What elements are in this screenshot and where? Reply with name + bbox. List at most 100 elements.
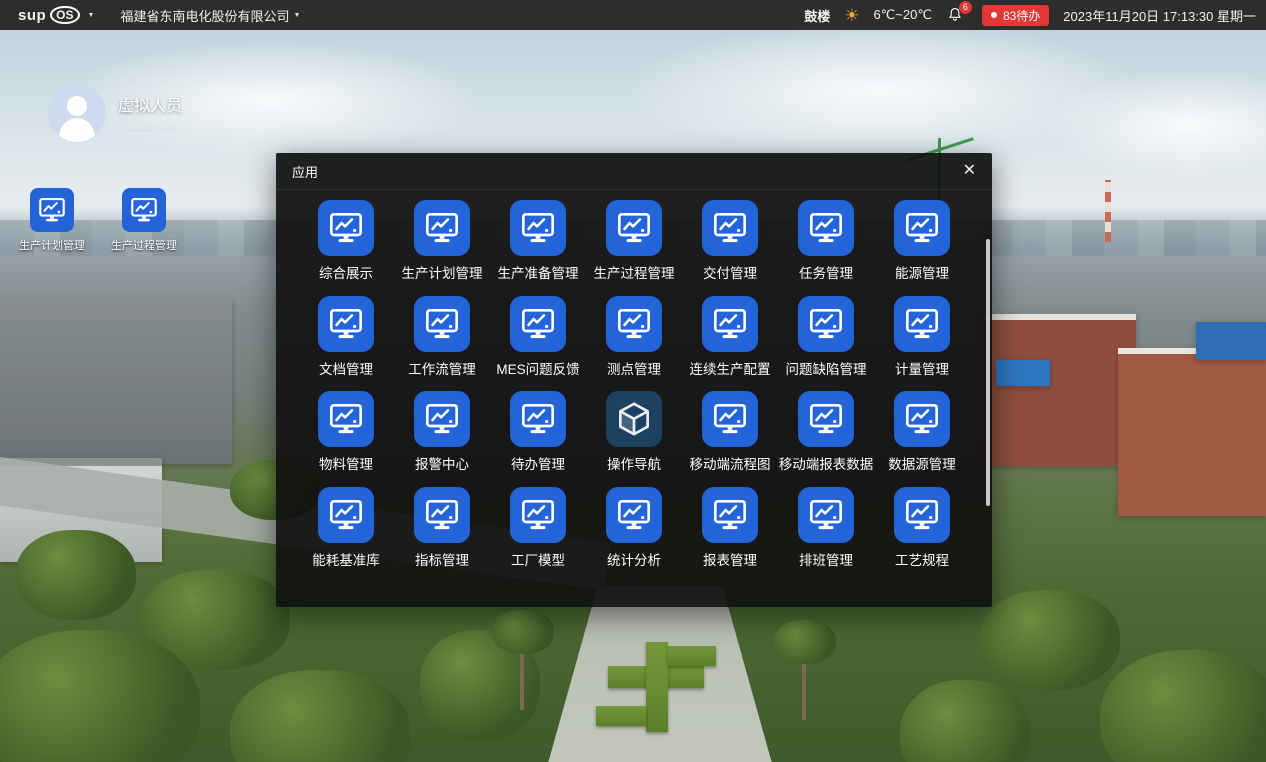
app-item[interactable]: 连续生产配置 [682,296,778,379]
avatar-head [67,96,87,116]
monitor-chart-icon [414,296,470,352]
monitor-chart-icon [894,391,950,447]
app-item[interactable]: 工艺规程 [874,487,970,570]
blue-building [996,360,1050,386]
app-label: 测点管理 [607,361,661,379]
monitor-chart-icon [606,200,662,256]
monitor-chart-icon [510,200,566,256]
app-item[interactable]: 统计分析 [586,487,682,570]
palm-top [774,620,836,664]
app-label: 能源管理 [895,265,949,283]
app-label: 能耗基准库 [312,552,380,570]
monitor-chart-icon [606,296,662,352]
monitor-chart-icon [894,200,950,256]
app-item[interactable]: 测点管理 [586,296,682,379]
monitor-chart-icon [606,487,662,543]
app-item[interactable]: 计量管理 [874,296,970,379]
brick-building-right-1 [984,314,1136,466]
monitor-chart-icon [414,391,470,447]
app-item[interactable]: 操作导航 [586,391,682,474]
app-label: 指标管理 [415,552,469,570]
app-grid: 综合展示生产计划管理生产准备管理生产过程管理交付管理任务管理 能源管理文档管理工作… [276,190,992,569]
user-badge[interactable]: 虚拟人员 v_default_user [48,84,182,142]
blue-building [1196,322,1266,360]
close-button[interactable]: ✕ [963,163,976,179]
app-label: 统计分析 [607,552,661,570]
app-item[interactable]: 能耗基准库 [298,487,394,570]
weather-location: 鼓楼 [804,6,830,25]
app-item[interactable]: 数据源管理 [874,391,970,474]
shortcut-label: 生产过程管理 [111,237,177,253]
scrollbar-thumb[interactable] [986,239,990,506]
palm-top [492,610,554,654]
desktop-shortcut[interactable]: 生产计划管理 [6,188,98,253]
modal-header: 应用 ✕ [276,153,992,190]
applications-modal: 应用 ✕ 综合展示生产计划管理生产准备管理生产过程管理交付管理任务管理 能源管理文… [276,153,992,607]
topbar: sup OS ▼ 福建省东南电化股份有限公司 ▼ 鼓楼 ☀ 6℃~20℃ 6 8… [0,0,1266,30]
monitor-chart-icon [702,200,758,256]
modal-title: 应用 [292,162,318,181]
app-label: 操作导航 [607,456,661,474]
supos-logo[interactable]: sup OS ▼ [18,6,94,24]
monitor-chart-icon [510,391,566,447]
app-item[interactable]: MES问题反馈 [490,296,586,379]
monitor-chart-icon [414,200,470,256]
app-item[interactable]: 生产过程管理 [586,200,682,283]
app-item[interactable]: 交付管理 [682,200,778,283]
app-item[interactable]: 移动端流程图 [682,391,778,474]
app-item[interactable]: 工厂模型 [490,487,586,570]
notification-count-badge: 6 [959,1,972,14]
chimney [1105,180,1111,242]
app-item[interactable]: 指标管理 [394,487,490,570]
logo-os-oval: OS [50,6,79,24]
monitor-chart-icon [30,188,74,232]
app-label: 任务管理 [799,265,853,283]
monitor-chart-icon [894,296,950,352]
app-item[interactable]: 文档管理 [298,296,394,379]
app-item[interactable]: 问题缺陷管理 [778,296,874,379]
tree [1100,650,1266,762]
hedge [646,642,668,732]
monitor-chart-icon [798,487,854,543]
monitor-chart-icon [510,487,566,543]
app-item[interactable]: 移动端报表数据 [778,391,874,474]
app-label: 生产过程管理 [594,265,675,283]
factory-building-left [0,298,232,464]
company-selector[interactable]: 福建省东南电化股份有限公司 ▼ [120,6,300,25]
tree [16,530,136,620]
hedge [668,646,716,666]
app-label: 工作流管理 [408,361,476,379]
app-item[interactable]: 能源管理 [874,200,970,283]
tree [980,590,1120,690]
app-item[interactable]: 生产准备管理 [490,200,586,283]
todo-count-label: 83待办 [1003,7,1040,24]
app-label: 物料管理 [319,456,373,474]
monitor-chart-icon [798,296,854,352]
app-item[interactable]: 报表管理 [682,487,778,570]
app-item[interactable]: 排班管理 [778,487,874,570]
monitor-chart-icon [414,487,470,543]
app-label: 生产计划管理 [402,265,483,283]
app-item[interactable]: 待办管理 [490,391,586,474]
tree [230,670,410,762]
todo-badge[interactable]: 83待办 [982,5,1049,26]
desktop-shortcut[interactable]: 生产过程管理 [98,188,190,253]
monitor-chart-icon [318,296,374,352]
app-item[interactable]: 综合展示 [298,200,394,283]
monitor-chart-icon [702,391,758,447]
app-item[interactable]: 生产计划管理 [394,200,490,283]
hedge [596,706,646,726]
app-item[interactable]: 物料管理 [298,391,394,474]
brick-building-right-2 [1118,348,1266,516]
company-name: 福建省东南电化股份有限公司 [120,6,289,25]
shortcut-label: 生产计划管理 [19,237,85,253]
monitor-chart-icon [894,487,950,543]
avatar[interactable] [48,84,106,142]
app-item[interactable]: 任务管理 [778,200,874,283]
app-item[interactable]: 工作流管理 [394,296,490,379]
app-label: 待办管理 [511,456,565,474]
dot-icon [991,12,997,18]
notification-bell-button[interactable]: 6 [946,4,968,26]
app-item[interactable]: 报警中心 [394,391,490,474]
monitor-chart-icon [318,200,374,256]
